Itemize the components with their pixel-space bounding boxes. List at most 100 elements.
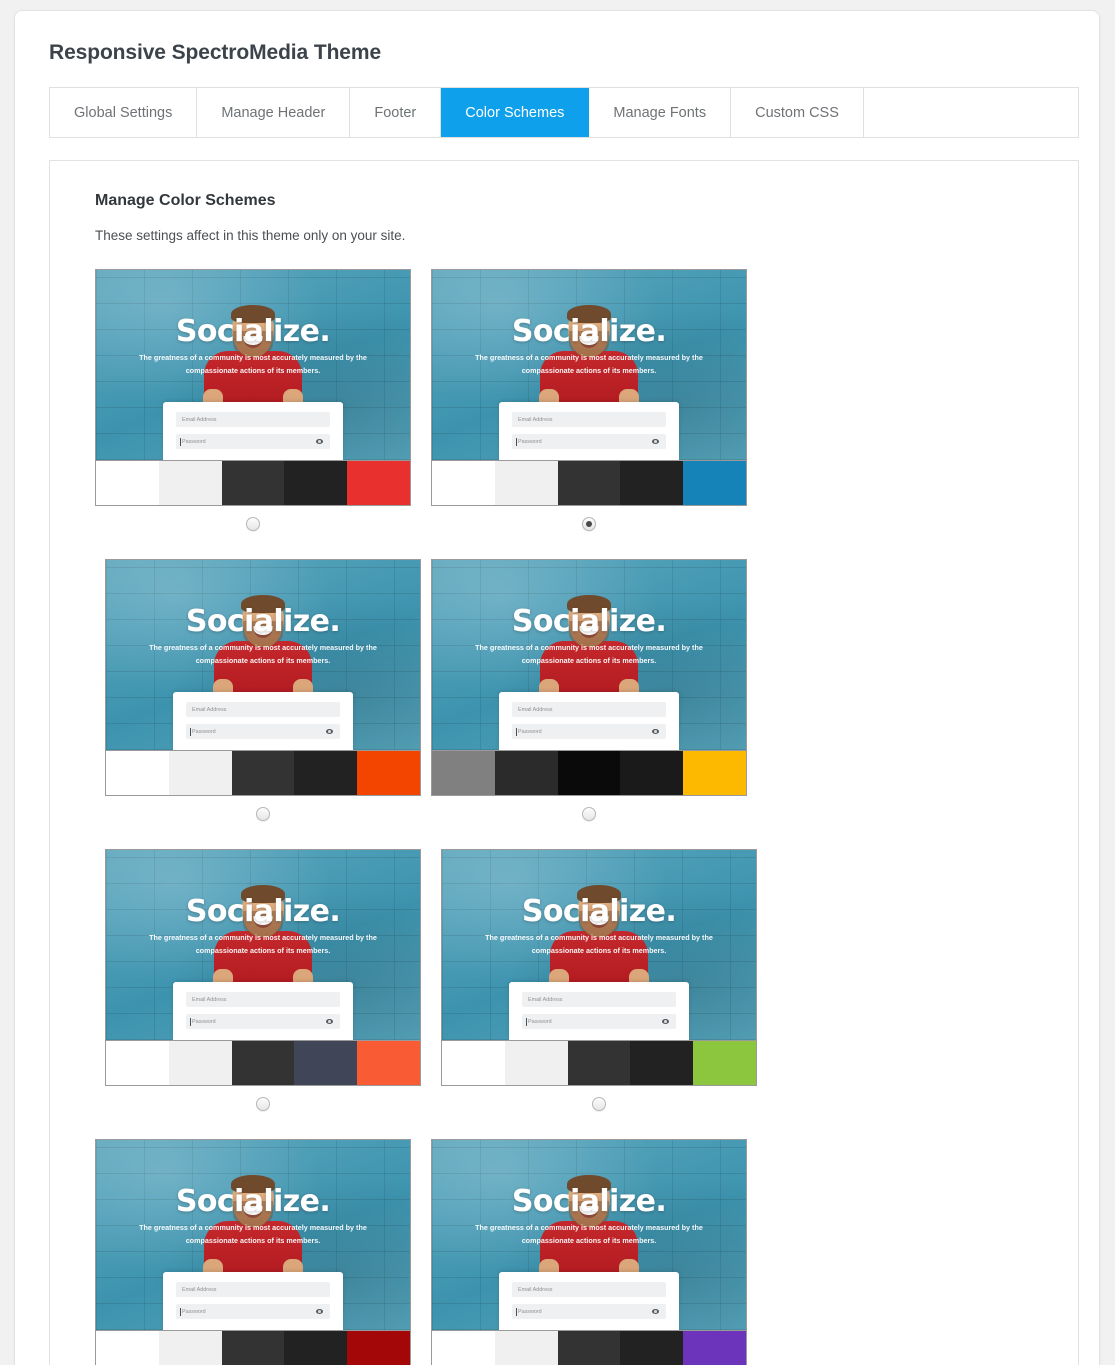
password-field[interactable]: Password — [512, 434, 666, 449]
color-swatch[interactable] — [294, 1041, 358, 1085]
color-swatch[interactable] — [432, 461, 495, 505]
scheme-radio-3[interactable] — [256, 807, 270, 821]
color-swatch[interactable] — [221, 461, 285, 505]
color-swatch[interactable] — [557, 751, 621, 795]
hero-title: Socialize. — [175, 314, 331, 349]
email-field[interactable]: Email Address — [512, 702, 666, 717]
scheme-preview-thumbnail[interactable]: Socialize. The greatness of a community i… — [431, 559, 747, 751]
email-field[interactable]: Email Address — [512, 1282, 666, 1297]
scheme-radio-5[interactable] — [256, 1097, 270, 1111]
color-scheme-card[interactable]: Socialize. The greatness of a community i… — [95, 269, 421, 531]
color-swatch[interactable] — [221, 1331, 285, 1365]
password-field[interactable]: Password — [512, 1304, 666, 1319]
eye-icon[interactable] — [326, 729, 333, 734]
eye-icon[interactable] — [652, 729, 659, 734]
color-swatch[interactable] — [683, 751, 746, 795]
scheme-radio-row — [431, 517, 747, 531]
color-swatch[interactable] — [231, 751, 295, 795]
eye-icon[interactable] — [326, 1019, 333, 1024]
email-field[interactable]: Email Address — [512, 412, 666, 427]
color-swatch[interactable] — [683, 461, 746, 505]
color-swatch[interactable] — [168, 1041, 232, 1085]
color-swatch[interactable] — [96, 461, 159, 505]
color-swatch[interactable] — [284, 1331, 348, 1365]
scheme-preview-thumbnail[interactable]: Socialize. The greatness of a community i… — [95, 1139, 411, 1331]
color-swatch[interactable] — [106, 1041, 169, 1085]
color-swatch[interactable] — [106, 751, 169, 795]
color-scheme-card[interactable]: Socialize. The greatness of a community i… — [105, 849, 431, 1111]
password-field[interactable]: Password — [522, 1014, 676, 1029]
password-field[interactable]: Password — [176, 434, 330, 449]
scheme-preview-thumbnail[interactable]: Socialize. The greatness of a community i… — [431, 269, 747, 461]
hero-tagline: The greatness of a community is most acc… — [475, 353, 703, 375]
hero-login-card: Email Address Password — [499, 1272, 679, 1330]
tab-footer[interactable]: Footer — [350, 88, 442, 137]
scheme-swatch-strip — [105, 1041, 421, 1086]
color-swatch[interactable] — [693, 1041, 756, 1085]
color-scheme-card[interactable]: Socialize. The greatness of a community i… — [105, 559, 431, 821]
color-scheme-card[interactable]: Socialize. The greatness of a community i… — [431, 1139, 757, 1365]
scheme-radio-2[interactable] — [582, 517, 596, 531]
password-field[interactable]: Password — [186, 1014, 340, 1029]
color-swatch[interactable] — [494, 461, 558, 505]
color-swatch[interactable] — [158, 1331, 222, 1365]
color-swatch[interactable] — [96, 1331, 159, 1365]
eye-icon[interactable] — [652, 439, 659, 444]
color-swatch[interactable] — [294, 751, 358, 795]
eye-icon[interactable] — [662, 1019, 669, 1024]
color-swatch[interactable] — [494, 1331, 558, 1365]
color-swatch[interactable] — [347, 461, 410, 505]
tab-manage-header[interactable]: Manage Header — [197, 88, 351, 137]
color-swatch[interactable] — [432, 1331, 495, 1365]
email-field[interactable]: Email Address — [176, 1282, 330, 1297]
scheme-radio-row — [105, 1097, 421, 1111]
scheme-swatch-strip — [431, 461, 747, 506]
color-swatch[interactable] — [432, 751, 495, 795]
tab-global-settings[interactable]: Global Settings — [50, 88, 198, 137]
color-swatch[interactable] — [347, 1331, 410, 1365]
color-swatch[interactable] — [683, 1331, 746, 1365]
color-scheme-card[interactable]: Socialize. The greatness of a community i… — [431, 269, 757, 531]
password-field[interactable]: Password — [176, 1304, 330, 1319]
tab-custom-css[interactable]: Custom CSS — [731, 88, 864, 137]
scheme-preview-thumbnail[interactable]: Socialize. The greatness of a community i… — [95, 269, 411, 461]
color-swatch[interactable] — [442, 1041, 505, 1085]
color-swatch[interactable] — [557, 461, 621, 505]
scheme-preview-thumbnail[interactable]: Socialize. The greatness of a community i… — [105, 559, 421, 751]
color-swatch[interactable] — [620, 1331, 684, 1365]
tab-manage-fonts[interactable]: Manage Fonts — [589, 88, 732, 137]
color-swatch[interactable] — [557, 1331, 621, 1365]
color-scheme-card[interactable]: Socialize. The greatness of a community i… — [441, 849, 767, 1111]
email-field[interactable]: Email Address — [186, 992, 340, 1007]
color-swatch[interactable] — [168, 751, 232, 795]
scheme-radio-1[interactable] — [246, 517, 260, 531]
color-swatch[interactable] — [357, 1041, 420, 1085]
scheme-radio-row — [431, 807, 747, 821]
scheme-radio-4[interactable] — [582, 807, 596, 821]
scheme-preview-thumbnail[interactable]: Socialize. The greatness of a community i… — [441, 849, 757, 1041]
scheme-preview-thumbnail[interactable]: Socialize. The greatness of a community i… — [431, 1139, 747, 1331]
eye-icon[interactable] — [316, 439, 323, 444]
color-swatch[interactable] — [357, 751, 420, 795]
scheme-radio-6[interactable] — [592, 1097, 606, 1111]
color-swatch[interactable] — [284, 461, 348, 505]
email-field[interactable]: Email Address — [522, 992, 676, 1007]
tab-color-schemes[interactable]: Color Schemes — [441, 88, 590, 137]
color-scheme-card[interactable]: Socialize. The greatness of a community i… — [95, 1139, 421, 1365]
color-swatch[interactable] — [620, 461, 684, 505]
email-field[interactable]: Email Address — [176, 412, 330, 427]
scheme-preview-thumbnail[interactable]: Socialize. The greatness of a community i… — [105, 849, 421, 1041]
email-field[interactable]: Email Address — [186, 702, 340, 717]
color-swatch[interactable] — [567, 1041, 631, 1085]
color-swatch[interactable] — [494, 751, 558, 795]
color-swatch[interactable] — [231, 1041, 295, 1085]
color-swatch[interactable] — [620, 751, 684, 795]
color-swatch[interactable] — [158, 461, 222, 505]
color-swatch[interactable] — [504, 1041, 568, 1085]
color-scheme-card[interactable]: Socialize. The greatness of a community i… — [431, 559, 757, 821]
color-swatch[interactable] — [630, 1041, 694, 1085]
password-field[interactable]: Password — [512, 724, 666, 739]
eye-icon[interactable] — [652, 1309, 659, 1314]
password-field[interactable]: Password — [186, 724, 340, 739]
eye-icon[interactable] — [316, 1309, 323, 1314]
